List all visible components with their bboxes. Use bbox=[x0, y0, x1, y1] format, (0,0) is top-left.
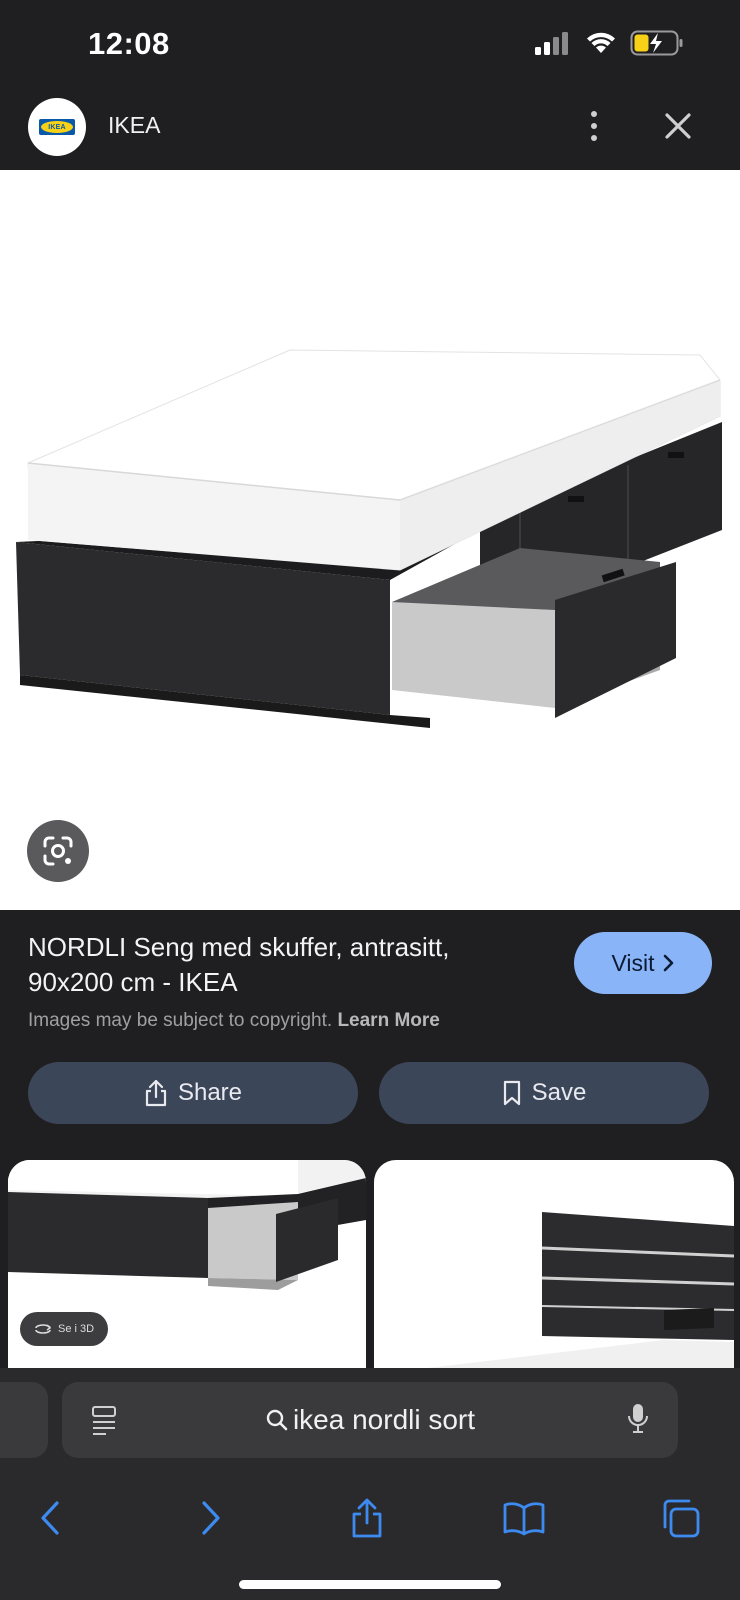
battery-icon bbox=[630, 30, 683, 56]
tabs-icon bbox=[663, 1499, 700, 1538]
headboard-thumbnail bbox=[394, 1212, 734, 1372]
search-query[interactable]: ikea nordli sort bbox=[62, 1404, 678, 1436]
related-image-thumbnail[interactable] bbox=[374, 1160, 734, 1372]
back-icon bbox=[41, 1501, 59, 1535]
wifi-icon bbox=[587, 32, 615, 53]
bookmarks-button[interactable] bbox=[496, 1490, 552, 1546]
product-image[interactable] bbox=[0, 170, 740, 910]
home-indicator bbox=[239, 1580, 501, 1589]
forward-icon bbox=[202, 1501, 220, 1535]
rotate-3d-icon bbox=[35, 1324, 52, 1334]
bookmarks-icon bbox=[503, 1502, 545, 1536]
back-button[interactable] bbox=[22, 1490, 78, 1546]
navigation-bar bbox=[0, 1480, 740, 1560]
more-icon[interactable] bbox=[578, 106, 610, 146]
status-bar: 12:08 bbox=[0, 0, 740, 90]
address-bar[interactable]: ikea nordli sort bbox=[62, 1382, 678, 1458]
view-3d-badge[interactable]: Se i 3D bbox=[20, 1312, 109, 1346]
signal-icon bbox=[535, 32, 568, 55]
close-icon[interactable] bbox=[660, 108, 696, 144]
chevron-right-icon bbox=[663, 954, 673, 972]
related-image-thumbnail[interactable]: Se i 3D bbox=[8, 1160, 366, 1372]
share-sheet-icon bbox=[352, 1498, 382, 1538]
bed-illustration bbox=[16, 349, 722, 728]
mic-icon[interactable] bbox=[626, 1402, 650, 1438]
lens-icon bbox=[43, 836, 73, 866]
tabs-button[interactable] bbox=[652, 1490, 708, 1546]
status-time: 12:08 bbox=[88, 26, 170, 61]
result-info-panel: NORDLI Seng med skuffer, antrasitt, 90x2… bbox=[0, 910, 740, 1372]
save-button[interactable]: Save bbox=[379, 1062, 709, 1124]
browser-toolbar: ikea nordli sort bbox=[0, 1368, 740, 1600]
google-lens-button[interactable] bbox=[27, 820, 89, 882]
bookmark-icon bbox=[503, 1080, 520, 1106]
status-icons bbox=[534, 30, 684, 56]
result-title[interactable]: NORDLI Seng med skuffer, antrasitt, 90x2… bbox=[28, 930, 548, 1000]
share-icon bbox=[145, 1079, 167, 1107]
share-sheet-button[interactable] bbox=[339, 1490, 395, 1546]
share-button[interactable]: Share bbox=[28, 1062, 358, 1124]
site-name: IKEA bbox=[108, 112, 161, 138]
forward-button[interactable] bbox=[183, 1490, 239, 1546]
sheet-header: IKEA IKEA bbox=[0, 90, 740, 170]
search-icon bbox=[266, 1409, 288, 1431]
copyright-note: Images may be subject to copyright. Lear… bbox=[28, 1010, 440, 1031]
ikea-logo: IKEA bbox=[28, 98, 86, 156]
previous-tab-preview[interactable] bbox=[0, 1382, 48, 1458]
learn-more-link[interactable]: Learn More bbox=[337, 1010, 439, 1031]
visit-button[interactable]: Visit bbox=[574, 932, 712, 994]
